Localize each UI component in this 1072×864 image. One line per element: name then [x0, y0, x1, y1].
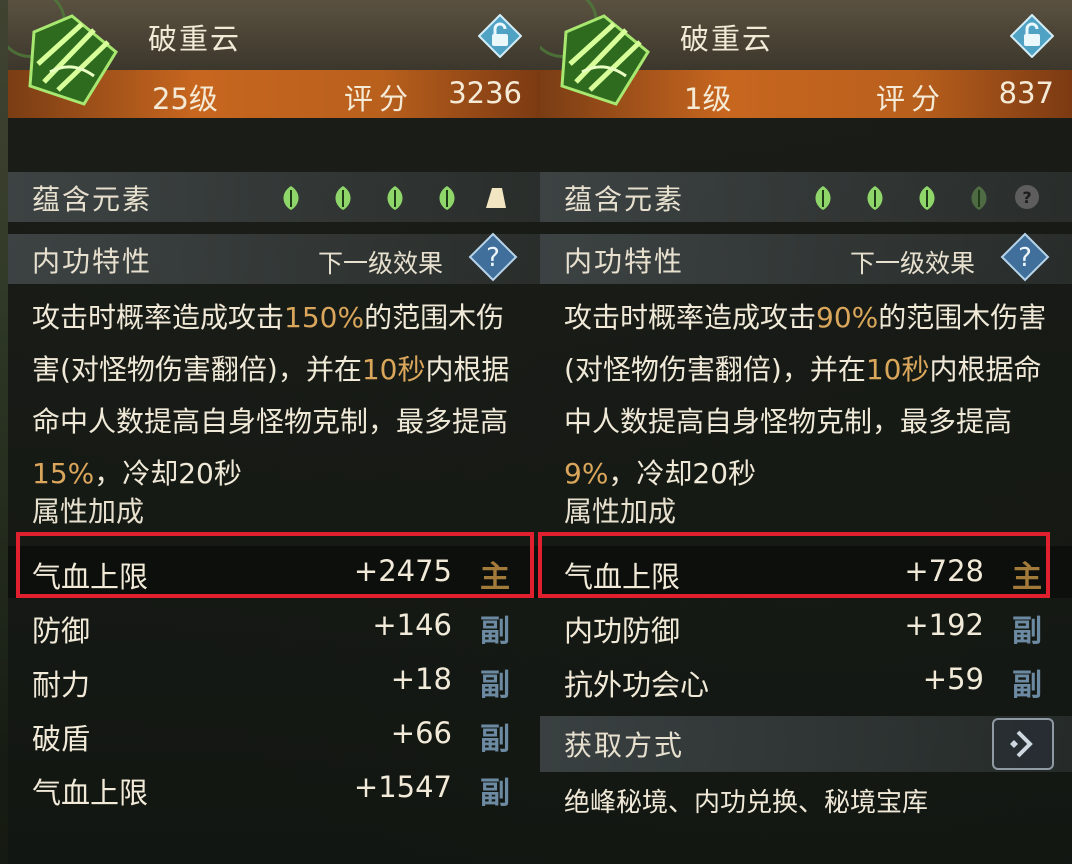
attr-name: 耐力	[32, 668, 91, 702]
skill-card-left: 破重云 25级 评分 3236 蕴含元素 内功特性 下一级效果 ? 攻击时概率造…	[8, 0, 540, 864]
attr-row: 耐力 +18 副	[8, 654, 540, 706]
elements-row: 蕴含元素	[8, 172, 540, 222]
svg-text:?: ?	[1022, 188, 1031, 207]
elements-label: 蕴含元素	[32, 183, 153, 216]
attr-name: 气血上限	[32, 776, 149, 810]
attr-name: 内功防御	[564, 614, 681, 648]
attr-tag-sub: 副	[480, 722, 510, 757]
score-value: 3236	[448, 76, 522, 110]
attr-tag-sub: 副	[480, 668, 510, 703]
leaf-icon	[919, 186, 935, 210]
score-value: 837	[998, 76, 1054, 110]
skill-level: 25级	[152, 82, 218, 116]
leaf-icon	[815, 186, 831, 210]
attr-row: 防御 +146 副	[8, 600, 540, 652]
attr-row: 内功防御 +192 副	[540, 600, 1072, 652]
arrow-icon	[1010, 730, 1033, 758]
help-diamond-icon[interactable]: ?	[1000, 232, 1050, 282]
attr-value: +18	[390, 662, 452, 696]
skill-icon	[560, 14, 650, 106]
source-text: 绝峰秘境、内功兑换、秘境宝库	[564, 788, 929, 818]
score-label: 评分	[344, 82, 415, 116]
traits-label: 内功特性	[32, 245, 153, 278]
attr-header: 属性加成	[564, 495, 677, 528]
leaf-icon	[387, 186, 403, 210]
attr-name: 破盾	[32, 722, 91, 756]
skill-name: 破重云	[148, 22, 242, 56]
elements-label: 蕴含元素	[564, 183, 685, 216]
highlight-box-left	[16, 532, 534, 598]
score-label: 评分	[876, 82, 947, 116]
attr-tag-sub: 副	[480, 614, 510, 649]
attr-row: 气血上限 +1547 副	[8, 762, 540, 814]
next-level-label[interactable]: 下一级效果	[850, 244, 975, 280]
skill-name: 破重云	[680, 22, 774, 56]
attr-tag-sub: 副	[480, 776, 510, 811]
skill-level: 1级	[684, 82, 732, 116]
attr-name: 抗外功会心	[564, 668, 710, 702]
lock-icon[interactable]	[478, 14, 522, 58]
skill-description: 攻击时概率造成攻击90%的范围木伤害(对怪物伤害翻倍)，并在10秒内根据命中人数…	[564, 301, 1047, 490]
attr-tag-sub: 副	[1012, 614, 1042, 649]
mountain-icon	[486, 188, 506, 208]
source-expand-button[interactable]	[992, 718, 1054, 770]
leaf-icon	[867, 186, 883, 210]
svg-text:?: ?	[1018, 243, 1032, 273]
lock-icon[interactable]	[1010, 14, 1054, 58]
attr-row: 破盾 +66 副	[8, 708, 540, 760]
attr-row: 抗外功会心 +59 副	[540, 654, 1072, 706]
source-row: 获取方式	[540, 716, 1072, 772]
traits-row: 内功特性 下一级效果 ?	[540, 232, 1072, 284]
attr-header: 属性加成	[32, 495, 145, 528]
traits-row: 内功特性 下一级效果 ?	[8, 232, 540, 284]
question-icon: ?	[1015, 185, 1039, 209]
attr-name: 防御	[32, 614, 91, 648]
attr-value: +192	[904, 608, 984, 642]
leaf-icon	[439, 186, 455, 210]
source-label: 获取方式	[564, 729, 685, 762]
leaf-icon	[283, 186, 299, 210]
skill-description: 攻击时概率造成攻击150%的范围木伤害(对怪物伤害翻倍)，并在10秒内根据命中人…	[32, 301, 510, 490]
elements-row: 蕴含元素 ?	[540, 172, 1072, 222]
next-level-label[interactable]: 下一级效果	[318, 244, 443, 280]
skill-icon	[28, 14, 118, 106]
attr-value: +59	[922, 662, 984, 696]
attr-value: +1547	[353, 770, 452, 804]
attr-value: +66	[390, 716, 452, 750]
help-diamond-icon[interactable]: ?	[468, 232, 518, 282]
svg-text:?: ?	[486, 243, 500, 273]
leaf-icon	[335, 186, 351, 210]
traits-label: 内功特性	[564, 245, 685, 278]
skill-card-right: 破重云 1级 评分 837 蕴含元素 ? 内功特性 下一级效果 ? 攻击时概率造…	[540, 0, 1072, 864]
attr-tag-sub: 副	[1012, 668, 1042, 703]
leaf-icon	[971, 186, 987, 210]
attr-value: +146	[372, 608, 452, 642]
highlight-box-right	[538, 532, 1050, 598]
